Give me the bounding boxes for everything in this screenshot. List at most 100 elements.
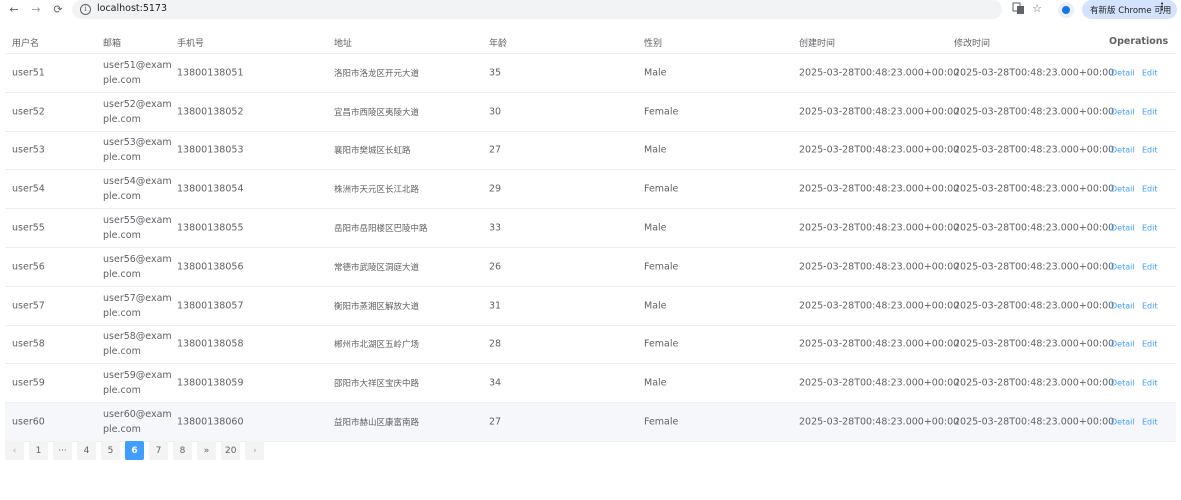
email-line: ple.com bbox=[103, 307, 141, 319]
cell-username: user51 bbox=[12, 67, 45, 79]
detail-button[interactable]: Detail bbox=[1111, 224, 1135, 233]
cell-age: 26 bbox=[489, 261, 502, 273]
cell-created: 2025-03-28T00:48:23.000+00:00 bbox=[799, 300, 960, 312]
page-button[interactable]: 5 bbox=[101, 441, 120, 460]
header-operations: Operations bbox=[1109, 36, 1169, 47]
cell-address: 岳阳市岳阳楼区巴陵中路 bbox=[334, 224, 428, 235]
cell-age: 27 bbox=[489, 416, 502, 428]
profile-icon[interactable] bbox=[1058, 2, 1074, 18]
email-line: user55@exam bbox=[103, 215, 172, 227]
edit-button[interactable]: Edit bbox=[1142, 418, 1158, 427]
header-address: 地址 bbox=[334, 39, 353, 49]
edit-button[interactable]: Edit bbox=[1142, 301, 1158, 310]
page-button[interactable]: 4 bbox=[77, 441, 96, 460]
page-button[interactable]: 7 bbox=[149, 441, 168, 460]
cell-updated: 2025-03-28T00:48:23.000+00:00 bbox=[954, 377, 1115, 389]
cell-address: 郴州市北湖区五岭广场 bbox=[334, 340, 420, 351]
cell-updated: 2025-03-28T00:48:23.000+00:00 bbox=[954, 261, 1115, 273]
cell-updated: 2025-03-28T00:48:23.000+00:00 bbox=[954, 144, 1115, 156]
email-line: user52@exam bbox=[103, 98, 172, 110]
edit-button[interactable]: Edit bbox=[1142, 107, 1158, 116]
forward-icon[interactable]: → bbox=[28, 1, 44, 17]
cell-created: 2025-03-28T00:48:23.000+00:00 bbox=[799, 67, 960, 79]
edit-button[interactable]: Edit bbox=[1142, 185, 1158, 194]
detail-button[interactable]: Detail bbox=[1111, 262, 1135, 271]
cell-username: user59 bbox=[12, 377, 45, 389]
table-row: user60 user60@exam ple.com 13800138060 益阳… bbox=[5, 403, 1176, 442]
detail-button[interactable]: Detail bbox=[1111, 146, 1135, 155]
cell-updated: 2025-03-28T00:48:23.000+00:00 bbox=[954, 300, 1115, 312]
cell-gender: Male bbox=[644, 67, 667, 79]
cell-username: user55 bbox=[12, 222, 45, 234]
more-pages-button[interactable]: ··· bbox=[53, 441, 72, 460]
detail-button[interactable]: Detail bbox=[1111, 107, 1135, 116]
url-text: localhost:5173 bbox=[97, 3, 168, 14]
email-line: ple.com bbox=[103, 113, 141, 125]
cell-phone: 13800138055 bbox=[177, 222, 244, 234]
edit-button[interactable]: Edit bbox=[1142, 379, 1158, 388]
edit-button[interactable]: Edit bbox=[1142, 340, 1158, 349]
cell-phone: 13800138053 bbox=[177, 144, 244, 156]
pagination: ‹ 1 ··· 4 5 6 7 8 » 20 › bbox=[5, 441, 265, 460]
prev-page-button[interactable]: ‹ bbox=[5, 441, 24, 460]
address-bar[interactable]: i localhost:5173 bbox=[72, 0, 1002, 19]
header-gender: 性别 bbox=[644, 39, 663, 49]
cell-gender: Male bbox=[644, 144, 667, 156]
detail-button[interactable]: Detail bbox=[1111, 379, 1135, 388]
detail-button[interactable]: Detail bbox=[1111, 340, 1135, 349]
header-phone: 手机号 bbox=[177, 39, 205, 49]
reload-icon[interactable]: ⟳ bbox=[50, 1, 66, 17]
cell-created: 2025-03-28T00:48:23.000+00:00 bbox=[799, 377, 960, 389]
cell-username: user53 bbox=[12, 144, 45, 156]
cell-address: 洛阳市洛龙区开元大道 bbox=[334, 68, 420, 79]
cell-gender: Female bbox=[644, 261, 679, 273]
cell-gender: Male bbox=[644, 222, 667, 234]
cell-phone: 13800138056 bbox=[177, 261, 244, 273]
table-row: user53 user53@exam ple.com 13800138053 襄阳… bbox=[5, 132, 1176, 171]
cell-username: user57 bbox=[12, 300, 45, 312]
edit-button[interactable]: Edit bbox=[1142, 146, 1158, 155]
menu-icon[interactable]: ⋮ bbox=[1157, 2, 1167, 13]
cell-phone: 13800138060 bbox=[177, 416, 244, 428]
cell-updated: 2025-03-28T00:48:23.000+00:00 bbox=[954, 222, 1115, 234]
cell-gender: Female bbox=[644, 183, 679, 195]
cell-phone: 13800138059 bbox=[177, 377, 244, 389]
jump-next-button[interactable]: » bbox=[197, 441, 216, 460]
cell-age: 28 bbox=[489, 338, 502, 350]
next-page-button[interactable]: › bbox=[245, 441, 265, 460]
current-page-button[interactable]: 6 bbox=[125, 441, 144, 460]
page-button[interactable]: 20 bbox=[221, 441, 241, 460]
edit-button[interactable]: Edit bbox=[1142, 68, 1158, 77]
header-age: 年龄 bbox=[489, 39, 508, 49]
cell-email: user52@exam ple.com bbox=[103, 97, 172, 127]
table-row: user55 user55@exam ple.com 13800138055 岳阳… bbox=[5, 209, 1176, 248]
cell-age: 31 bbox=[489, 300, 502, 312]
email-line: ple.com bbox=[103, 230, 141, 242]
cell-created: 2025-03-28T00:48:23.000+00:00 bbox=[799, 144, 960, 156]
star-icon[interactable]: ☆ bbox=[1030, 2, 1044, 16]
cell-created: 2025-03-28T00:48:23.000+00:00 bbox=[799, 416, 960, 428]
page-button[interactable]: 8 bbox=[173, 441, 192, 460]
email-line: user58@exam bbox=[103, 331, 172, 343]
detail-button[interactable]: Detail bbox=[1111, 301, 1135, 310]
cell-updated: 2025-03-28T00:48:23.000+00:00 bbox=[954, 183, 1115, 195]
cell-address: 株洲市天元区长江北路 bbox=[334, 185, 420, 196]
cell-address: 衡阳市蒸湘区解放大道 bbox=[334, 301, 420, 312]
detail-button[interactable]: Detail bbox=[1111, 418, 1135, 427]
users-table: 用户名 邮箱 手机号 地址 年龄 性别 创建时间 修改时间 Operations… bbox=[5, 30, 1176, 442]
edit-button[interactable]: Edit bbox=[1142, 224, 1158, 233]
back-icon[interactable]: ← bbox=[6, 1, 22, 17]
translate-icon[interactable] bbox=[1011, 2, 1025, 16]
cell-updated: 2025-03-28T00:48:23.000+00:00 bbox=[954, 67, 1115, 79]
detail-button[interactable]: Detail bbox=[1111, 185, 1135, 194]
cell-email: user59@exam ple.com bbox=[103, 368, 172, 398]
page-button[interactable]: 1 bbox=[29, 441, 48, 460]
info-icon[interactable]: i bbox=[80, 4, 91, 15]
detail-button[interactable]: Detail bbox=[1111, 68, 1135, 77]
cell-gender: Female bbox=[644, 338, 679, 350]
cell-address: 常德市武陵区洞庭大道 bbox=[334, 262, 420, 273]
chrome-update-button[interactable]: 有新版 Chrome 可用 ⋮ bbox=[1082, 0, 1177, 19]
email-line: ple.com bbox=[103, 424, 141, 436]
table-row: user56 user56@exam ple.com 13800138056 常德… bbox=[5, 248, 1176, 287]
edit-button[interactable]: Edit bbox=[1142, 262, 1158, 271]
